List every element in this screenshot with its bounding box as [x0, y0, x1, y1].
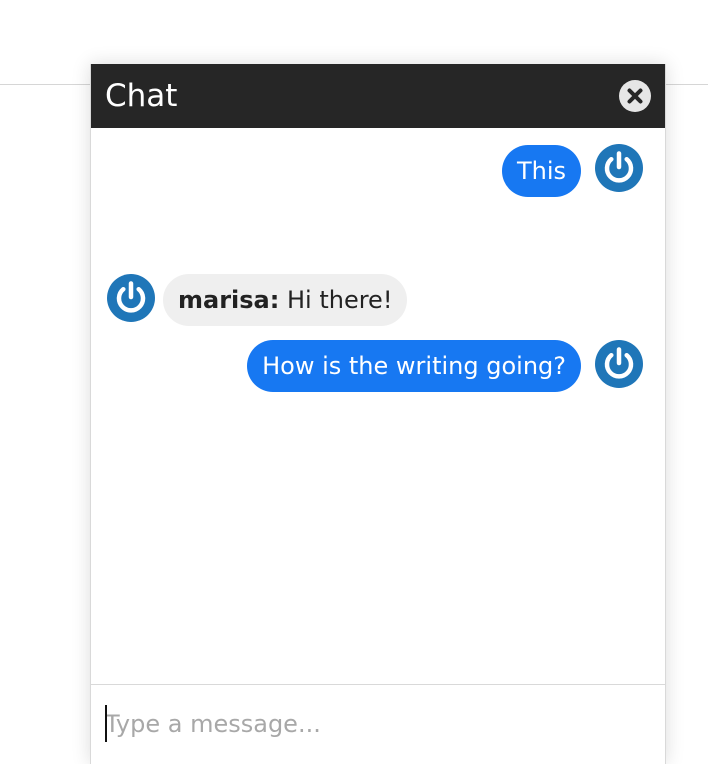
message-text: How is the writing going? — [262, 352, 566, 380]
outgoing-message-bubble: This — [501, 145, 581, 197]
close-chat-button[interactable] — [619, 80, 651, 112]
message-text: Hi there! — [286, 286, 393, 314]
close-icon — [627, 88, 643, 104]
user-avatar[interactable] — [595, 340, 643, 388]
message-input[interactable] — [105, 705, 645, 743]
message-composer — [91, 684, 665, 764]
outgoing-message-bubble: How is the writing going? — [247, 340, 581, 392]
message-text: This — [516, 157, 566, 185]
chat-window: Chat This marisa: Hi there! How is the w… — [90, 64, 666, 764]
contact-avatar[interactable] — [107, 274, 155, 322]
chat-header: Chat — [91, 64, 665, 128]
chat-title: Chat — [105, 78, 178, 114]
power-icon — [604, 347, 634, 379]
message-list[interactable]: This marisa: Hi there! How is the writin… — [91, 128, 665, 684]
power-icon — [604, 151, 634, 183]
sender-name: marisa: — [178, 286, 280, 314]
user-avatar[interactable] — [595, 144, 643, 192]
incoming-message-bubble: marisa: Hi there! — [163, 274, 408, 326]
power-icon — [116, 281, 146, 313]
text-cursor — [105, 705, 107, 742]
